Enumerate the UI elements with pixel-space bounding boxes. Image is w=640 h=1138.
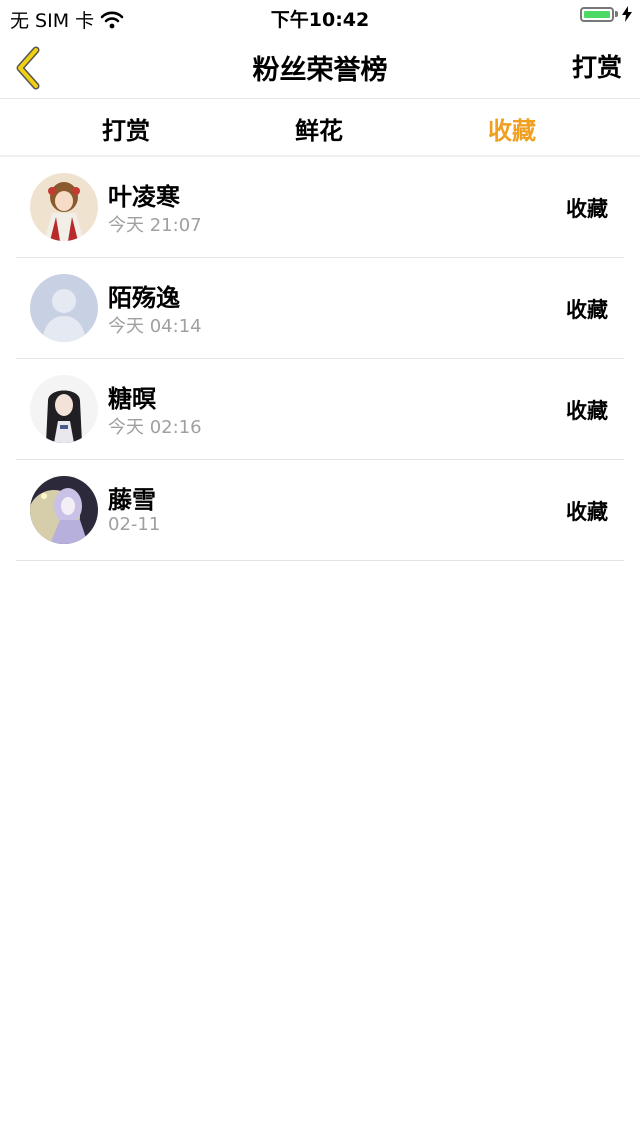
user-name: 糖暝 xyxy=(108,385,156,413)
status-time: 下午10:42 xyxy=(270,9,370,31)
list-item[interactable]: 糖暝 今天 02:16 收藏 xyxy=(16,359,624,460)
action-label: 收藏 xyxy=(566,197,608,221)
battery-indicator xyxy=(580,6,632,22)
action-label: 收藏 xyxy=(566,500,608,524)
battery-fill xyxy=(584,10,610,18)
action-label: 收藏 xyxy=(566,399,608,423)
tab-bar: 打赏 鲜花 收藏 xyxy=(0,99,640,157)
charging-bolt-icon xyxy=(622,6,632,22)
anime-girl-dark-hair-avatar xyxy=(30,375,98,443)
timestamp: 今天 21:07 xyxy=(108,215,202,236)
tab-reward[interactable]: 打赏 xyxy=(66,111,186,146)
list-item[interactable]: 叶凌寒 今天 21:07 收藏 xyxy=(16,157,624,258)
reward-button[interactable]: 打赏 xyxy=(572,48,622,84)
user-name: 陌殇逸 xyxy=(108,284,180,312)
list-item[interactable]: 藤雪 02-11 收藏 xyxy=(16,460,624,561)
tab-favorites[interactable]: 收藏 xyxy=(452,111,572,146)
tab-flowers[interactable]: 鲜花 xyxy=(259,111,379,146)
status-bar: 无 SIM 卡 下午10:42 xyxy=(0,0,640,34)
anime-girl-red-dress-avatar xyxy=(30,173,98,241)
timestamp: 02-11 xyxy=(108,514,161,535)
anime-girl-lavender-avatar xyxy=(30,476,98,544)
default-user-silhouette-avatar xyxy=(30,274,98,342)
fan-list: 叶凌寒 今天 21:07 收藏 陌殇逸 今天 04:14 收藏 糖暝 今天 02… xyxy=(16,157,624,561)
user-name: 叶凌寒 xyxy=(108,183,180,211)
battery-tip xyxy=(615,11,618,17)
timestamp: 今天 02:16 xyxy=(108,417,202,438)
navigation-bar: 粉丝荣誉榜 打赏 xyxy=(0,34,640,99)
list-item[interactable]: 陌殇逸 今天 04:14 收藏 xyxy=(16,258,624,359)
page-title: 粉丝荣誉榜 xyxy=(252,55,388,86)
action-label: 收藏 xyxy=(566,298,608,322)
battery-icon xyxy=(580,6,614,22)
timestamp: 今天 04:14 xyxy=(108,316,202,337)
user-name: 藤雪 xyxy=(108,486,156,514)
